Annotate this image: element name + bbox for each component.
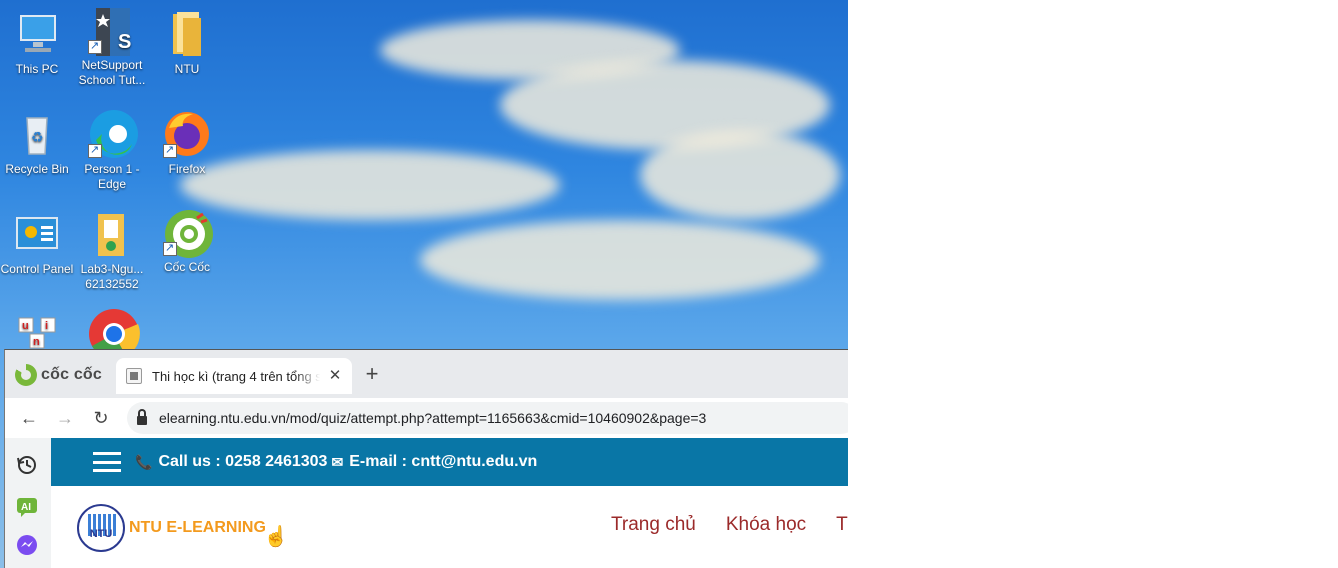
new-tab-button[interactable]: + <box>361 363 383 386</box>
web-page: 📞 Call us : 0258 2461303 ✉ E-mail : cntt… <box>51 438 848 568</box>
coccoc-logo-icon <box>15 364 37 386</box>
browser-logo[interactable]: cốc cốc <box>15 363 102 387</box>
computer-icon <box>13 10 61 58</box>
svg-text:n: n <box>33 336 40 348</box>
tab-title: Thi học kì (trang 4 trên tổng số <box>152 368 320 384</box>
recycle-bin-icon: ♻ <box>13 110 61 158</box>
cloud <box>180 150 560 220</box>
desktop-icon-label: Cốc Cốc <box>163 260 210 274</box>
browser-window: cốc cốc Thi học kì (trang 4 trên tổng số… <box>4 349 848 568</box>
browser-toolbar: ← → ↻ elearning.ntu.edu.vn/mod/quiz/atte… <box>5 398 848 438</box>
address-bar[interactable]: elearning.ntu.edu.vn/mod/quiz/attempt.ph… <box>127 402 848 434</box>
envelope-icon: ✉ <box>331 453 344 470</box>
desktop-icon-firefox[interactable]: Firefox <box>150 110 224 177</box>
ai-label: AI <box>21 502 31 513</box>
shortcut-arrow-icon <box>88 143 102 158</box>
nav-more[interactable]: T <box>836 514 848 536</box>
desktop-icon-lab3[interactable]: Lab3-Ngu... 62132552 <box>75 210 149 292</box>
desktop-icon-label: This PC <box>15 62 59 76</box>
close-tab-icon[interactable]: ✕ <box>326 367 344 385</box>
cloud <box>420 220 820 300</box>
desktop-icon-label: Control Panel <box>0 262 74 276</box>
address-url[interactable]: elearning.ntu.edu.vn/mod/quiz/attempt.ph… <box>159 410 706 426</box>
folder-icon <box>163 10 211 58</box>
shortcut-arrow-icon <box>163 241 177 256</box>
menu-hamburger-icon[interactable] <box>93 452 121 472</box>
site-brand[interactable]: NTU NTU E-LEARNING ☝ <box>77 504 289 552</box>
desktop-icon-label: NetSupport School Tut... <box>78 58 146 87</box>
ai-assistant-icon[interactable]: AI <box>16 496 38 518</box>
desktop-icon-this-pc[interactable]: This PC <box>0 10 74 77</box>
desktop-icon-control-panel[interactable]: Control Panel <box>0 210 74 277</box>
ntu-logo: NTU <box>77 504 125 552</box>
desktop-icon-label: Firefox <box>168 162 206 176</box>
site-topbar: 📞 Call us : 0258 2461303 ✉ E-mail : cntt… <box>51 438 848 486</box>
pointer-hand-icon: ☝ <box>263 525 289 548</box>
nav-home[interactable]: Trang chủ <box>611 514 696 536</box>
screen: This PC S NetSupport School Tut... NTU ♻… <box>0 0 1338 568</box>
page-favicon-icon <box>126 368 142 384</box>
shortcut-arrow-icon <box>163 143 177 158</box>
forward-arrow-icon[interactable]: → <box>53 406 77 430</box>
edge-icon <box>88 110 138 158</box>
contact-info: 📞 Call us : 0258 2461303 ✉ E-mail : cntt… <box>135 453 537 471</box>
main-nav: Trang chủ Khóa học T <box>611 514 848 536</box>
desktop-icon-coccoc[interactable]: Cốc Cốc <box>150 208 224 275</box>
control-panel-icon <box>13 210 61 258</box>
email-text: E-mail : cntt@ntu.edu.vn <box>349 453 538 470</box>
desktop-icon-label: NTU <box>174 62 200 76</box>
back-arrow-icon[interactable]: ← <box>17 406 41 430</box>
svg-text:♻: ♻ <box>31 130 44 146</box>
logo-abbr: NTU <box>89 528 113 540</box>
folder-icon <box>88 210 136 258</box>
cloud <box>640 130 840 220</box>
desktop-icon-label: Recycle Bin <box>5 162 69 176</box>
desktop-icon-edge[interactable]: Person 1 - Edge <box>75 110 149 192</box>
browser-sidebar: AI <box>5 438 51 568</box>
site-brand-name: NTU E-LEARNING <box>129 519 266 536</box>
desktop-icon-label: Lab3-Ngu... 62132552 <box>80 262 144 291</box>
svg-text:i: i <box>45 320 48 332</box>
desktop-icon-ntu-folder[interactable]: NTU <box>150 10 224 77</box>
desktop-icon-netsupport[interactable]: S NetSupport School Tut... <box>75 6 149 88</box>
phone-icon: 📞 <box>135 453 153 470</box>
firefox-icon <box>163 110 211 158</box>
browser-brand-label: cốc cốc <box>41 366 102 383</box>
reload-icon[interactable]: ↻ <box>89 406 113 430</box>
shortcut-arrow-icon <box>88 39 102 54</box>
netsupport-icon: S <box>88 6 136 56</box>
coccoc-icon <box>163 208 213 258</box>
svg-text:u: u <box>22 320 29 332</box>
svg-text:S: S <box>118 31 131 53</box>
blank-area <box>848 0 1338 568</box>
desktop-icon-label: Person 1 - Edge <box>84 162 140 191</box>
tab-active[interactable]: Thi học kì (trang 4 trên tổng số ✕ <box>116 358 352 394</box>
messenger-icon[interactable] <box>16 534 38 556</box>
history-icon[interactable] <box>16 454 38 476</box>
lock-icon[interactable] <box>137 409 147 425</box>
nav-courses[interactable]: Khóa học <box>726 514 806 536</box>
tab-bar: cốc cốc Thi học kì (trang 4 trên tổng số… <box>5 350 848 398</box>
call-us-text: Call us : 0258 2461303 <box>158 453 328 470</box>
desktop-icon-recycle-bin[interactable]: ♻ Recycle Bin <box>0 110 74 177</box>
